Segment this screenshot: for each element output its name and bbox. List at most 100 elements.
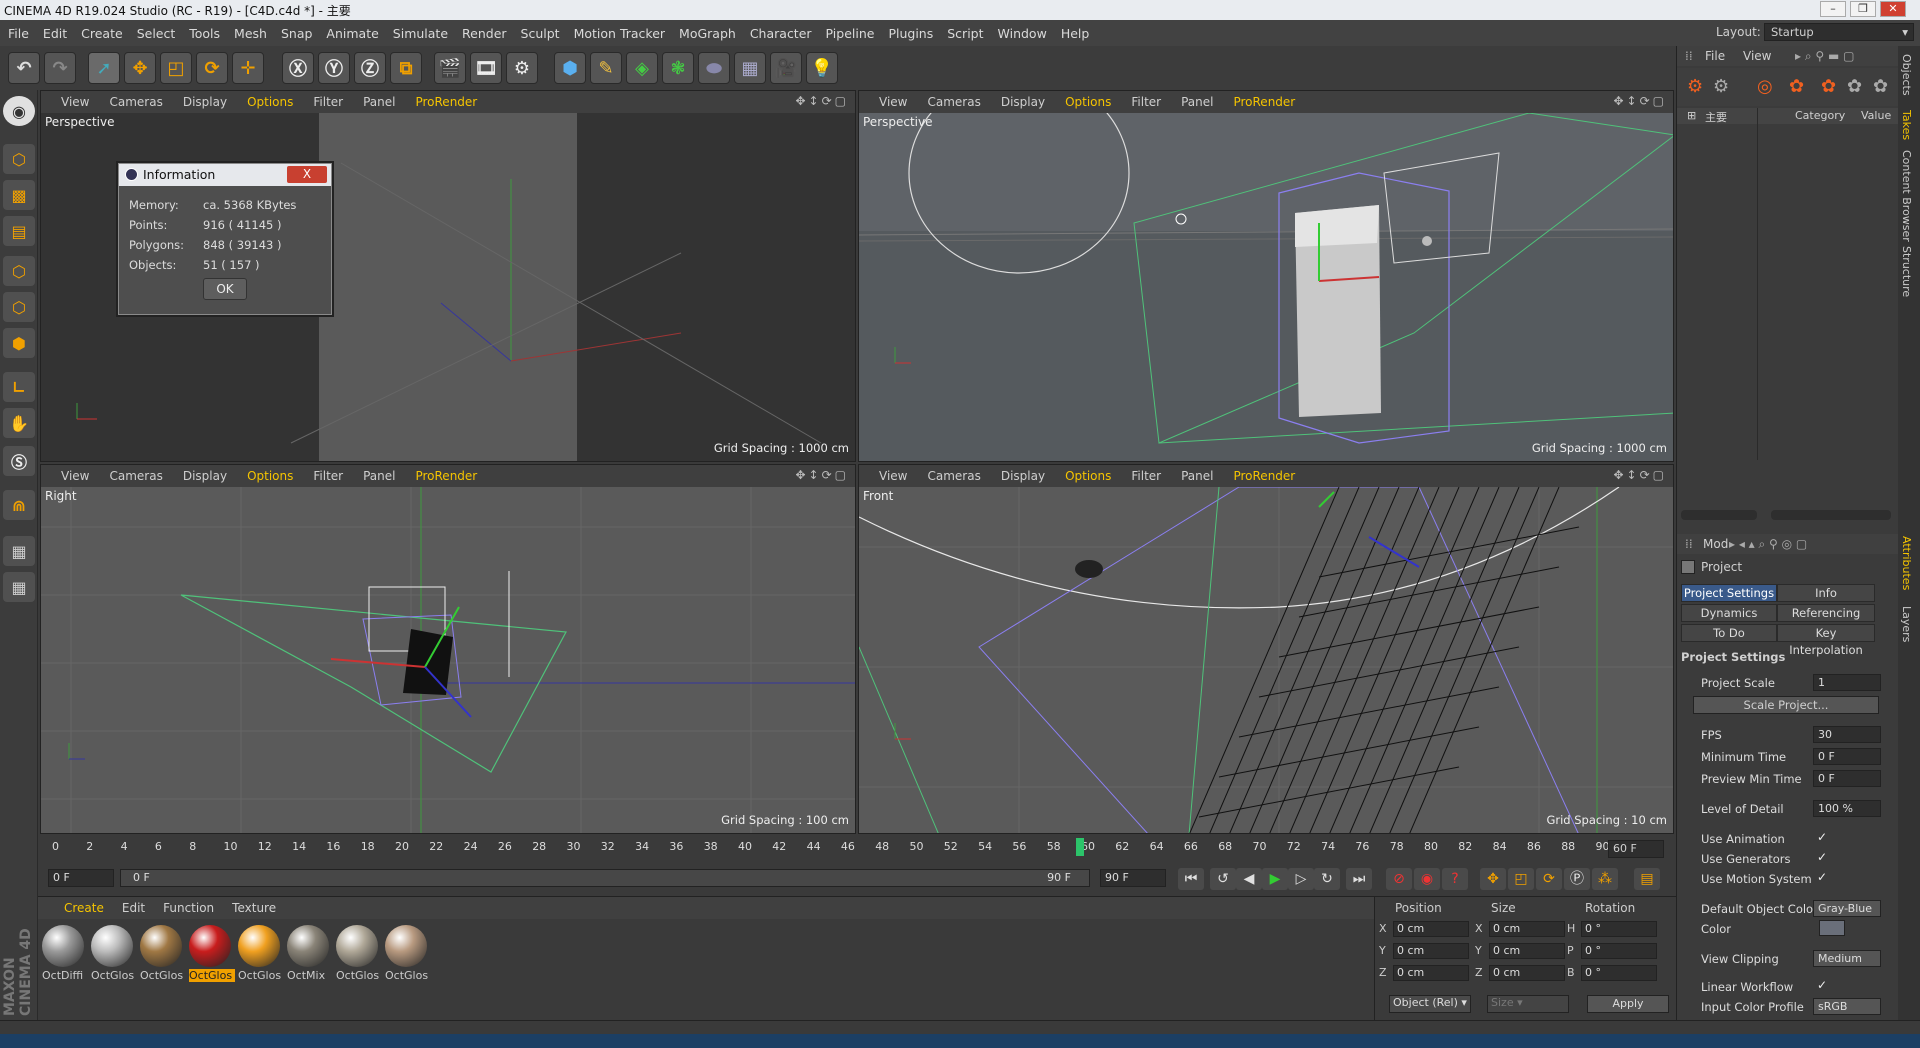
tab-referencing[interactable]: Referencing [1777,604,1875,622]
tab-todo[interactable]: To Do [1681,624,1777,642]
vp-menu-prorender[interactable]: ProRender [415,469,477,483]
coord-field-s[interactable]: 0 cm [1489,965,1565,981]
color-swatch[interactable] [1819,920,1845,936]
vp-menu-display[interactable]: Display [1001,469,1045,483]
use-motion-checkbox[interactable]: ✓ [1817,870,1827,884]
menu-edit[interactable]: Edit [43,26,67,41]
octane-tag-icon[interactable]: ✿ [1873,76,1888,97]
subdivision-button[interactable]: ◈ [626,52,658,84]
use-generators-checkbox[interactable]: ✓ [1817,850,1827,864]
material-item[interactable]: OctGlos [91,925,135,987]
mat-menu-create[interactable]: Create [64,901,104,915]
coord-size-select[interactable]: Size ▾ [1487,995,1569,1013]
menu-character[interactable]: Character [750,26,812,41]
close-button[interactable]: ✕ [1880,1,1906,17]
coord-field-s[interactable]: 0 cm [1489,943,1565,959]
vp-menu-filter[interactable]: Filter [313,95,343,109]
workplane-button[interactable]: ▤ [3,216,35,246]
next-key-button[interactable]: ↻ [1314,868,1340,890]
menu-tools[interactable]: Tools [189,26,220,41]
octane-settings-icon[interactable]: ⚙ [1713,76,1729,97]
vp-menu-prorender[interactable]: ProRender [1233,95,1295,109]
input-profile-select[interactable]: sRGB [1813,998,1881,1015]
timeline-window-button[interactable]: ▤ [1634,868,1660,890]
octane-object-icon[interactable]: ✿ [1789,76,1804,97]
coord-field-p[interactable]: 0 cm [1393,921,1469,937]
tab-key-interpolation[interactable]: Key Interpolation [1777,624,1875,657]
objects-menu-file[interactable]: File [1705,49,1725,63]
coord-field-r[interactable]: 0 ° [1581,943,1657,959]
use-animation-checkbox[interactable]: ✓ [1817,830,1827,844]
vp-menu-prorender[interactable]: ProRender [1233,469,1295,483]
prev-key-button[interactable]: ↺ [1210,868,1236,890]
material-item[interactable]: OctGlos [336,925,380,987]
side-tab-layers[interactable]: Layers [1900,606,1913,642]
tab-project-settings[interactable]: Project Settings [1681,584,1777,602]
scale-project-button[interactable]: Scale Project... [1693,696,1879,714]
vp-menu-options[interactable]: Options [1065,95,1111,109]
menu-select[interactable]: Select [137,26,176,41]
playhead[interactable] [1076,838,1084,856]
edges-mode-button[interactable]: ⬡ [3,292,35,322]
lod-field[interactable]: 100 % [1813,800,1881,817]
play-button[interactable]: ▶ [1262,868,1288,890]
material-item[interactable]: OctMix [287,925,331,987]
root-object-label[interactable]: 主要 [1705,109,1727,125]
render-picture-button[interactable]: 🎞 [470,52,502,84]
vp-menu-cameras[interactable]: Cameras [109,95,162,109]
autokey-button[interactable]: ◉ [1414,868,1440,890]
goto-start-button[interactable]: ⏮ [1178,868,1204,890]
floor-button[interactable]: ▦ [734,52,766,84]
rotate-button[interactable]: ⟳ [196,52,228,84]
side-tab-objects[interactable]: Objects [1900,54,1913,96]
attributes-nav-icons[interactable]: ▸ ◂ ▴ ⌕ ⚲ ◎ ▢ [1729,537,1807,552]
preview-range-slider[interactable]: 0 F 90 F [120,869,1090,887]
viewport-nav-icons[interactable]: ✥↕⟳▢ [1613,94,1667,108]
side-tab-content-browser[interactable]: Content Browser [1900,150,1913,242]
material-item[interactable]: OctGlos [238,925,282,987]
vp-menu-cameras[interactable]: Cameras [927,469,980,483]
viewport-perspective-2[interactable]: View Cameras Display Options Filter Pane… [858,90,1674,462]
vp-menu-panel[interactable]: Panel [1181,469,1213,483]
side-tab-attributes[interactable]: Attributes [1900,536,1913,590]
deformer-button[interactable]: ⬬ [698,52,730,84]
coord-mode-select[interactable]: Object (Rel) ▾ [1389,995,1471,1013]
vp-menu-view[interactable]: View [61,95,89,109]
octane-button[interactable]: ◉ [3,96,35,126]
minimize-button[interactable]: – [1820,1,1846,17]
planar-workplane-button[interactable]: ▦ [3,572,35,602]
viewport-nav-icons[interactable]: ✥↕⟳▢ [1613,468,1667,482]
vp-menu-panel[interactable]: Panel [363,469,395,483]
menu-motion-tracker[interactable]: Motion Tracker [574,26,665,41]
menu-window[interactable]: Window [998,26,1047,41]
current-frame-field[interactable]: 0 F [48,869,114,887]
linear-workflow-checkbox[interactable]: ✓ [1817,978,1827,992]
preview-min-field[interactable]: 0 F [1813,770,1881,787]
pen-button[interactable]: ✎ [590,52,622,84]
key-param-button[interactable]: Ⓟ [1564,868,1590,890]
menu-snap[interactable]: Snap [281,26,312,41]
x-axis-button[interactable]: Ⓧ [282,52,314,84]
view-clipping-select[interactable]: Medium [1813,950,1881,967]
keyframe-selection-button[interactable]: ? [1442,868,1468,890]
objects-toolbar-icons[interactable]: ▸ ⌕ ⚲ ▬ ▢ [1795,49,1854,64]
transform-button[interactable]: ✛ [232,52,264,84]
layout-select[interactable]: Startup ▾ [1764,23,1914,41]
octane-camera-icon[interactable]: ✿ [1821,76,1836,97]
vp-menu-panel[interactable]: Panel [363,95,395,109]
octane-light-icon[interactable]: ✿ [1847,76,1862,97]
vp-menu-options[interactable]: Options [1065,469,1111,483]
next-frame-button[interactable]: ▷ [1288,868,1314,890]
menu-sculpt[interactable]: Sculpt [521,26,560,41]
coord-field-p[interactable]: 0 cm [1393,965,1469,981]
texture-mode-button[interactable]: ▩ [3,180,35,210]
y-axis-button[interactable]: Ⓨ [318,52,350,84]
vp-menu-options[interactable]: Options [247,469,293,483]
model-mode-button[interactable]: ⬡ [3,144,35,174]
vp-menu-filter[interactable]: Filter [1131,95,1161,109]
menu-mograph[interactable]: MoGraph [679,26,736,41]
camera-button[interactable]: 🎥 [770,52,802,84]
key-position-button[interactable]: ✥ [1480,868,1506,890]
vp-menu-view[interactable]: View [879,469,907,483]
redo-button[interactable]: ↷ [44,52,76,84]
